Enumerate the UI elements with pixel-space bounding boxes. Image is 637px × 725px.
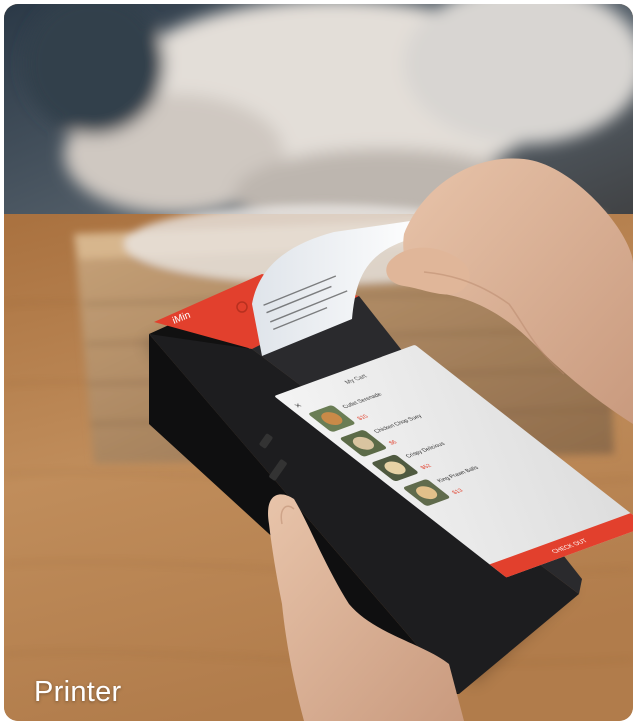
pos-printer-photo: iMin My Cart × Cutlet Serenade $15 Chick…	[4, 4, 633, 721]
caption-printer: Printer	[34, 676, 122, 708]
photo-card: iMin My Cart × Cutlet Serenade $15 Chick…	[4, 4, 633, 721]
